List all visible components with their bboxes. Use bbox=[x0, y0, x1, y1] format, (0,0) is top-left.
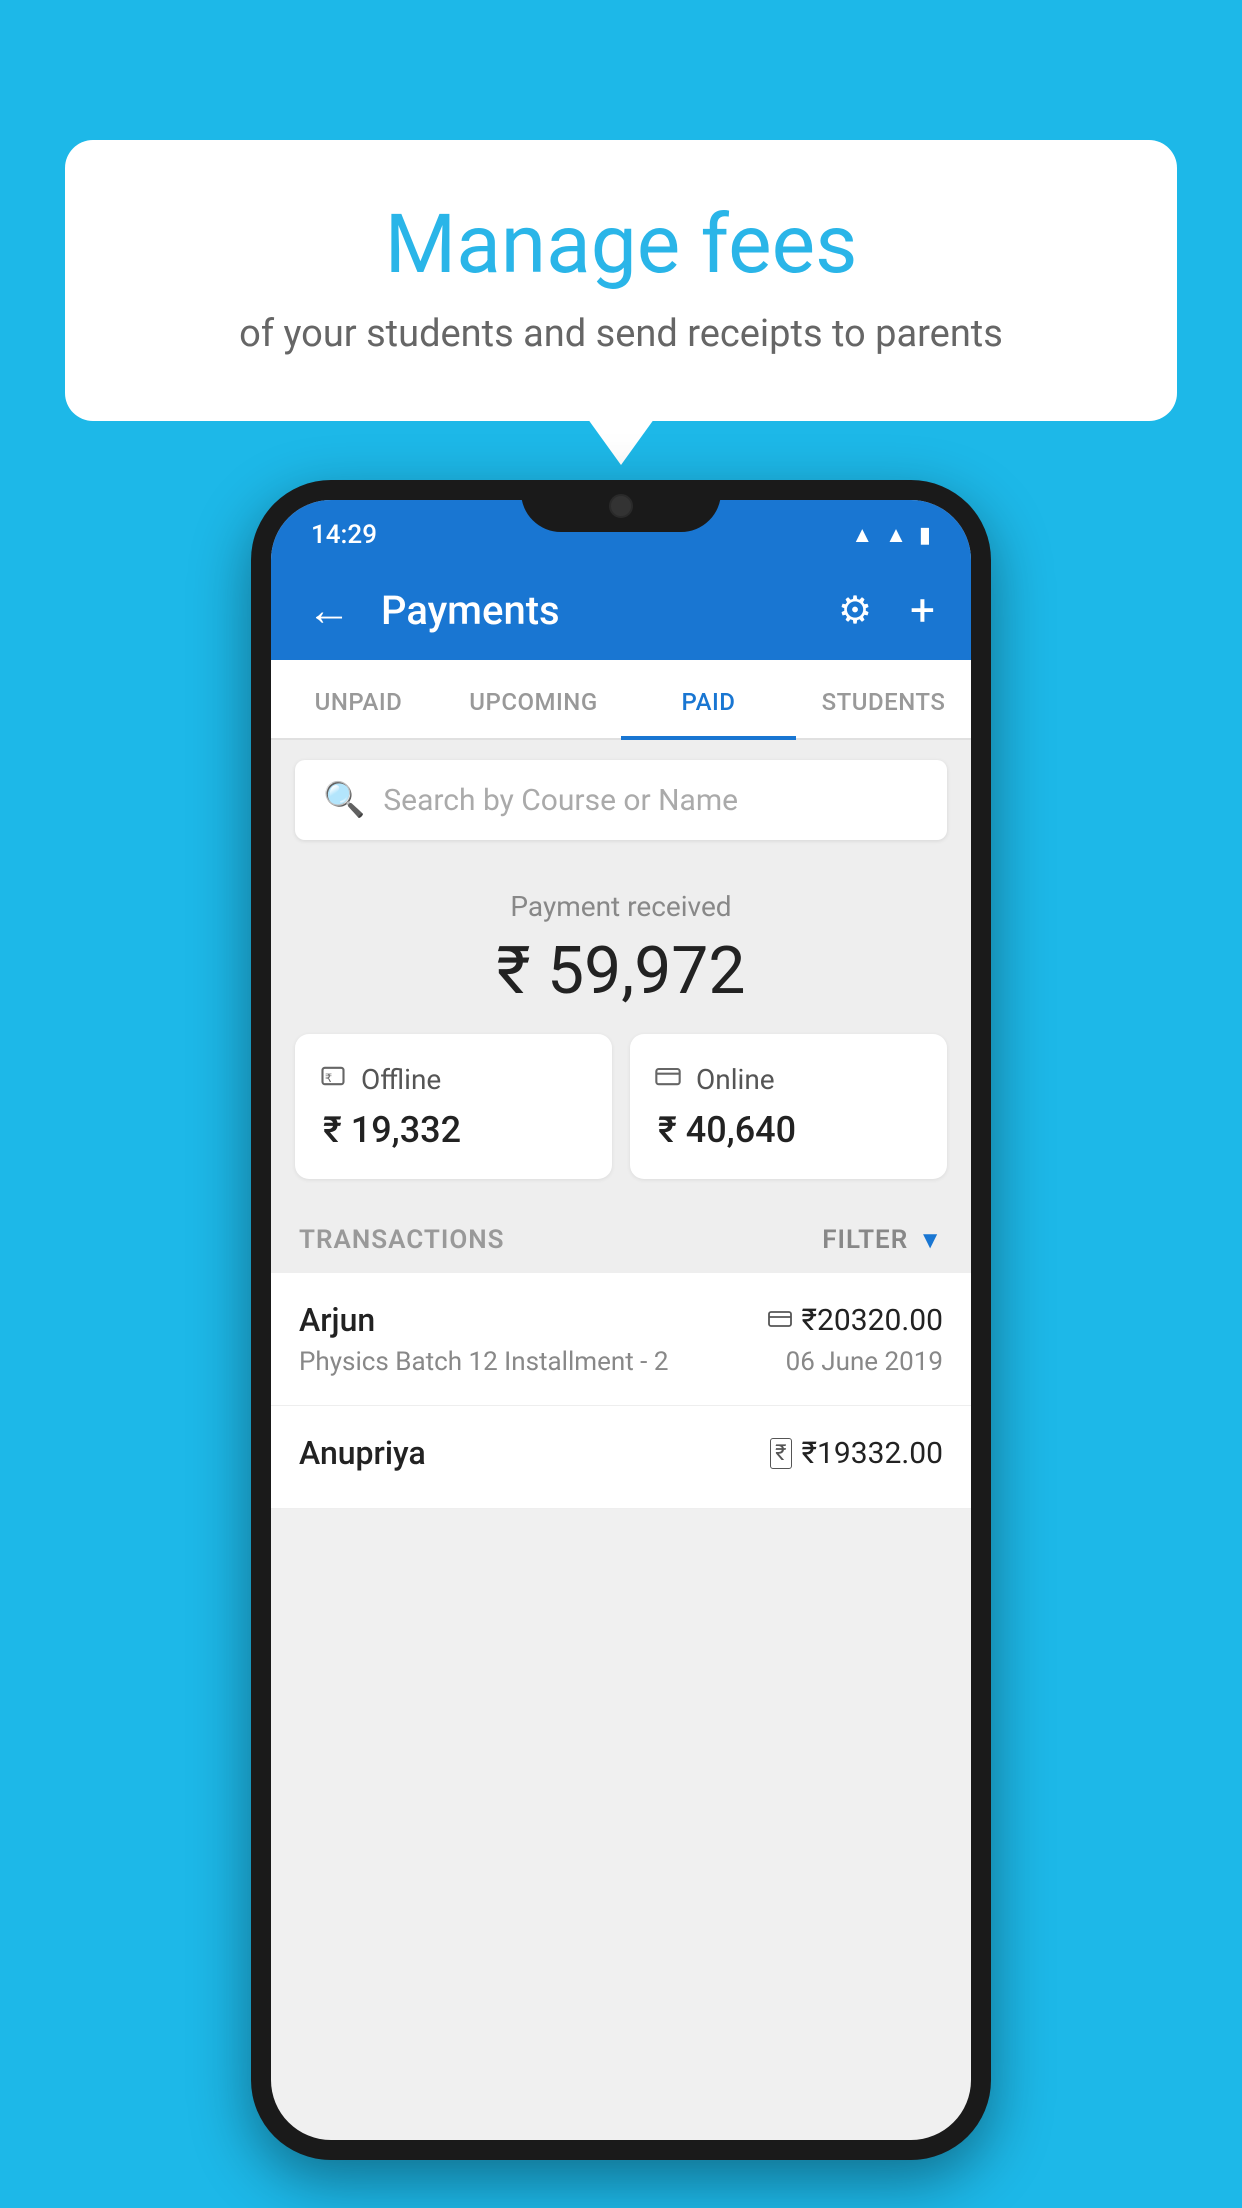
search-icon: 🔍 bbox=[323, 780, 365, 820]
status-time: 14:29 bbox=[311, 520, 377, 550]
search-section: 🔍 Search by Course or Name bbox=[271, 740, 971, 860]
wifi-icon: ▲ bbox=[851, 522, 873, 548]
status-icons: ▲ ▲ ▮ bbox=[851, 522, 931, 548]
transactions-label: TRANSACTIONS bbox=[299, 1225, 505, 1255]
offline-icon: ₹ bbox=[319, 1062, 347, 1097]
phone-screen: 14:29 ▲ ▲ ▮ ← Payments ⚙ + UNPAID bbox=[271, 500, 971, 2140]
filter-label: FILTER bbox=[822, 1225, 908, 1255]
transaction-course: Physics Batch 12 Installment - 2 bbox=[299, 1347, 668, 1377]
offline-card: ₹ Offline ₹ 19,332 bbox=[295, 1034, 612, 1179]
online-label-row: Online bbox=[654, 1062, 923, 1097]
transaction-name: Arjun bbox=[299, 1301, 375, 1339]
phone-notch bbox=[521, 480, 721, 532]
tab-unpaid[interactable]: UNPAID bbox=[271, 660, 446, 738]
online-icon bbox=[654, 1062, 682, 1097]
phone-camera bbox=[609, 494, 633, 518]
tab-paid[interactable]: PAID bbox=[621, 660, 796, 738]
online-card: Online ₹ 40,640 bbox=[630, 1034, 947, 1179]
add-button[interactable]: + bbox=[910, 584, 935, 636]
transaction-name: Anupriya bbox=[299, 1434, 426, 1472]
transactions-list: Arjun ₹20320.00 Physics bbox=[271, 1273, 971, 1509]
app-bar: ← Payments ⚙ + bbox=[271, 560, 971, 660]
offline-label: Offline bbox=[361, 1063, 441, 1096]
speech-bubble: Manage fees of your students and send re… bbox=[65, 140, 1177, 421]
transaction-amount-row: ₹ ₹19332.00 bbox=[770, 1436, 943, 1471]
gear-button[interactable]: ⚙ bbox=[838, 588, 872, 633]
offline-label-row: ₹ Offline bbox=[319, 1062, 588, 1097]
transaction-row1: Arjun ₹20320.00 bbox=[299, 1301, 943, 1339]
online-label: Online bbox=[696, 1063, 775, 1096]
back-button[interactable]: ← bbox=[307, 588, 351, 632]
transaction-amount: ₹19332.00 bbox=[802, 1436, 943, 1471]
signal-icon: ▲ bbox=[885, 522, 907, 548]
rupee-payment-icon: ₹ bbox=[770, 1438, 791, 1469]
transaction-amount: ₹20320.00 bbox=[802, 1303, 943, 1338]
payment-cards: ₹ Offline ₹ 19,332 bbox=[295, 1034, 947, 1179]
table-row[interactable]: Arjun ₹20320.00 Physics bbox=[271, 1273, 971, 1406]
online-amount: ₹ 40,640 bbox=[654, 1109, 923, 1151]
transactions-header: TRANSACTIONS FILTER ▼ bbox=[271, 1199, 971, 1273]
battery-icon: ▮ bbox=[919, 523, 931, 548]
payment-label: Payment received bbox=[295, 890, 947, 923]
search-bar[interactable]: 🔍 Search by Course or Name bbox=[295, 760, 947, 840]
transaction-row1: Anupriya ₹ ₹19332.00 bbox=[299, 1434, 943, 1472]
app-bar-title: Payments bbox=[381, 587, 808, 634]
phone-body: 14:29 ▲ ▲ ▮ ← Payments ⚙ + UNPAID bbox=[251, 480, 991, 2160]
svg-text:₹: ₹ bbox=[325, 1072, 333, 1085]
speech-bubble-wrapper: Manage fees of your students and send re… bbox=[65, 140, 1177, 421]
transaction-date: 06 June 2019 bbox=[786, 1347, 943, 1377]
tabs: UNPAID UPCOMING PAID STUDENTS bbox=[271, 660, 971, 740]
tab-upcoming[interactable]: UPCOMING bbox=[446, 660, 621, 738]
transaction-row2: Physics Batch 12 Installment - 2 06 June… bbox=[299, 1347, 943, 1377]
offline-amount: ₹ 19,332 bbox=[319, 1109, 588, 1151]
search-placeholder: Search by Course or Name bbox=[383, 783, 738, 818]
filter-row[interactable]: FILTER ▼ bbox=[822, 1225, 943, 1255]
tab-students[interactable]: STUDENTS bbox=[796, 660, 971, 738]
transaction-amount-row: ₹20320.00 bbox=[768, 1303, 943, 1338]
filter-icon: ▼ bbox=[918, 1226, 943, 1255]
card-payment-icon bbox=[768, 1306, 792, 1334]
payment-amount: ₹ 59,972 bbox=[295, 933, 947, 1010]
payment-received-section: Payment received ₹ 59,972 ₹ bbox=[271, 860, 971, 1199]
table-row[interactable]: Anupriya ₹ ₹19332.00 bbox=[271, 1406, 971, 1509]
bubble-subtitle: of your students and send receipts to pa… bbox=[145, 308, 1097, 361]
phone-wrapper: 14:29 ▲ ▲ ▮ ← Payments ⚙ + UNPAID bbox=[251, 480, 991, 2160]
bubble-title: Manage fees bbox=[145, 200, 1097, 290]
